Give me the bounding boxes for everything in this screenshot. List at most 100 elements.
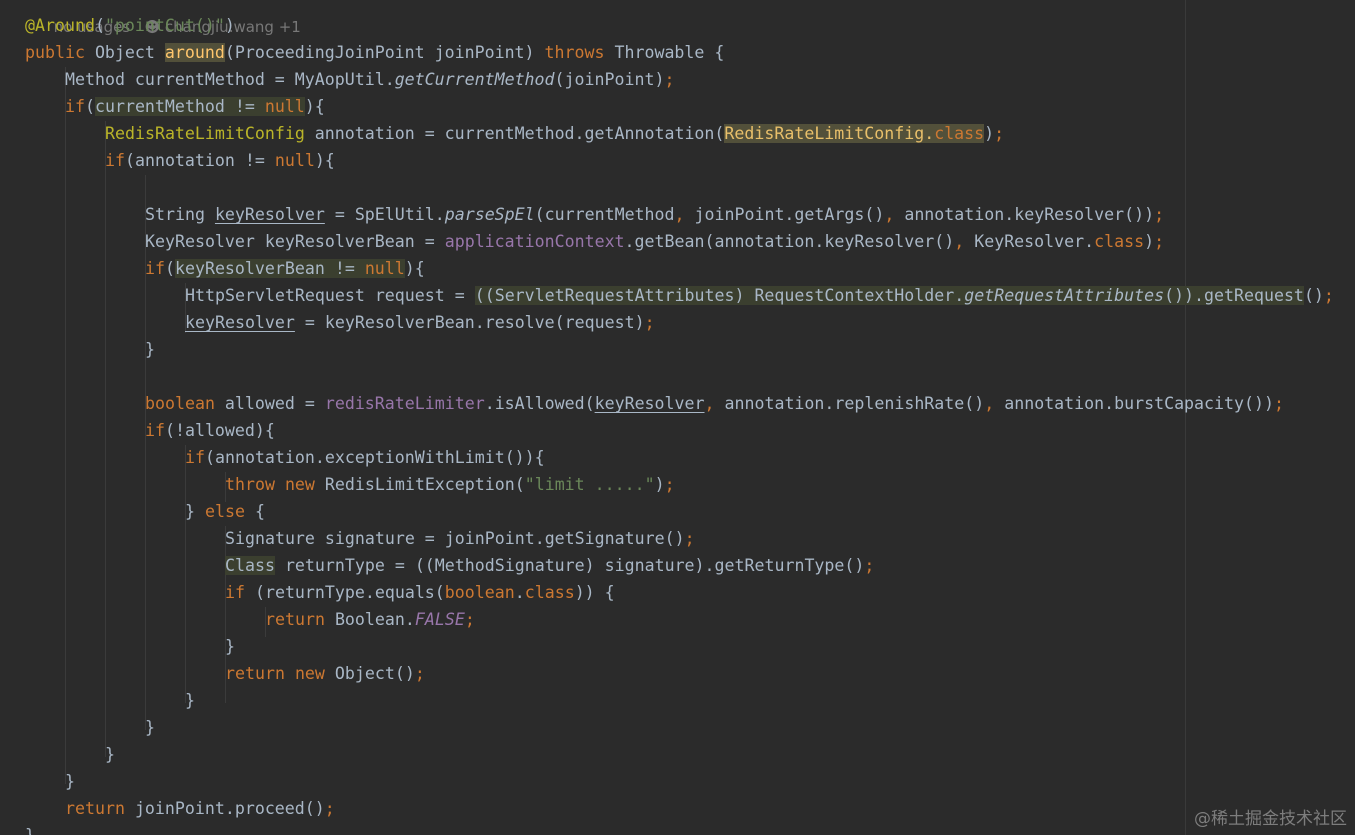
code-line-24[interactable]: } bbox=[225, 633, 235, 660]
keyword-token: public bbox=[25, 43, 85, 62]
code-token: . bbox=[514, 583, 525, 602]
code-line-19[interactable]: } else { bbox=[185, 498, 265, 525]
code-line-8[interactable]: String keyResolver = SpElUtil.parseSpEl(… bbox=[145, 201, 1164, 228]
keyword-token: boolean bbox=[145, 394, 215, 413]
annotation-token: @Around bbox=[25, 16, 95, 35]
code-line-21[interactable]: Class returnType = ((MethodSignature) si… bbox=[225, 552, 874, 579]
field-token: applicationContext bbox=[444, 232, 625, 251]
code-token: (joinPoint) bbox=[554, 70, 665, 89]
code-line-18[interactable]: throw new RedisLimitException("limit ...… bbox=[225, 471, 675, 498]
keyword-token: if bbox=[225, 583, 245, 602]
keyword-token: class bbox=[1094, 232, 1145, 251]
code-token: ( bbox=[94, 16, 105, 35]
highlighted-condition: currentMethod != null bbox=[94, 97, 305, 116]
comma-token: , bbox=[984, 394, 1005, 413]
code-token: Object bbox=[84, 43, 165, 62]
code-token: allowed = bbox=[214, 394, 325, 413]
code-token: = keyResolverBean.resolve(request) bbox=[294, 313, 645, 332]
code-token: joinPoint.proceed() bbox=[124, 799, 325, 818]
semicolon-token: ; bbox=[664, 70, 675, 89]
keyword-token: else bbox=[204, 502, 245, 521]
keyword-token: class bbox=[934, 124, 985, 143]
code-token: keyResolverBean != bbox=[174, 259, 365, 278]
type-token: RedisRateLimitConfig bbox=[105, 124, 305, 143]
keyword-token: null bbox=[364, 259, 405, 278]
code-line-16[interactable]: if(!allowed){ bbox=[145, 417, 275, 444]
code-token: annotation.burstCapacity()) bbox=[1004, 394, 1274, 413]
semicolon-token: ; bbox=[864, 556, 875, 575]
string-token: "pointCut()" bbox=[104, 16, 225, 35]
code-token: } bbox=[145, 340, 155, 359]
code-line-28[interactable]: } bbox=[105, 741, 115, 768]
code-line-23[interactable]: return Boolean.FALSE; bbox=[265, 606, 475, 633]
code-line-20[interactable]: Signature signature = joinPoint.getSigna… bbox=[225, 525, 695, 552]
code-token: (annotation != bbox=[124, 151, 275, 170]
static-call-token: getRequestAttributes bbox=[964, 286, 1165, 305]
code-line-6[interactable]: if(annotation != null){ bbox=[105, 147, 335, 174]
keyword-token: return bbox=[225, 664, 285, 683]
code-line-4[interactable]: if(currentMethod != null){ bbox=[65, 93, 325, 120]
code-line-22[interactable]: if (returnType.equals(boolean.class)) { bbox=[225, 579, 615, 606]
keyword-token: null bbox=[274, 151, 315, 170]
code-line-2[interactable]: public Object around(ProceedingJoinPoint… bbox=[25, 39, 724, 66]
string-token: "limit ....." bbox=[524, 475, 655, 494]
code-token: ( bbox=[84, 97, 95, 116]
code-line-9[interactable]: KeyResolver keyResolverBean = applicatio… bbox=[145, 228, 1164, 255]
code-token: Signature signature = joinPoint.getSigna… bbox=[225, 529, 685, 548]
semicolon-token: ; bbox=[644, 313, 655, 332]
reassigned-variable-token: keyResolver bbox=[185, 313, 295, 332]
code-token: ){ bbox=[404, 259, 425, 278]
code-token: ) bbox=[224, 16, 235, 35]
code-line-3[interactable]: Method currentMethod = MyAopUtil.getCurr… bbox=[65, 66, 674, 93]
indent-guide bbox=[185, 445, 186, 703]
code-token: } bbox=[225, 637, 235, 656]
code-token: annotation.keyResolver()) bbox=[904, 205, 1155, 224]
code-token: (returnType.equals( bbox=[244, 583, 445, 602]
code-line-31[interactable]: } bbox=[25, 822, 35, 835]
semicolon-token: ; bbox=[324, 799, 335, 818]
code-line-13[interactable]: } bbox=[145, 336, 155, 363]
watermark: @稀土掘金技术社区 bbox=[1194, 809, 1347, 829]
keyword-token: return bbox=[265, 610, 325, 629]
code-token: Boolean. bbox=[324, 610, 415, 629]
code-line-5[interactable]: RedisRateLimitConfig annotation = curren… bbox=[105, 120, 1004, 147]
highlighted-type: Class bbox=[225, 556, 275, 575]
right-margin-guide bbox=[1185, 0, 1186, 835]
code-line-26[interactable]: } bbox=[185, 687, 195, 714]
code-line-11[interactable]: HttpServletRequest request = ((ServletRe… bbox=[185, 282, 1334, 309]
code-editor[interactable]: no usages ☻ changjiu.wang +1 @Around("po… bbox=[0, 0, 1355, 835]
code-token: Method currentMethod = MyAopUtil. bbox=[65, 70, 395, 89]
code-token: Throwable { bbox=[604, 43, 725, 62]
comma-token: , bbox=[884, 205, 905, 224]
keyword-token: if bbox=[145, 421, 165, 440]
static-call-token: parseSpEl bbox=[444, 205, 535, 224]
semicolon-token: ; bbox=[684, 529, 695, 548]
code-token: ()).getRequest bbox=[1164, 286, 1304, 305]
code-token: joinPoint.getArgs() bbox=[694, 205, 885, 224]
keyword-token: new bbox=[274, 475, 315, 494]
code-token: (ProceedingJoinPoint joinPoint) bbox=[224, 43, 545, 62]
semicolon-token: ; bbox=[1273, 394, 1284, 413]
code-line-1[interactable]: @Around("pointCut()") bbox=[25, 12, 235, 39]
code-token: Object() bbox=[324, 664, 415, 683]
comma-token: , bbox=[674, 205, 695, 224]
code-line-12[interactable]: keyResolver = keyResolverBean.resolve(re… bbox=[185, 309, 655, 336]
code-line-25[interactable]: return new Object(); bbox=[225, 660, 425, 687]
code-line-17[interactable]: if(annotation.exceptionWithLimit()){ bbox=[185, 444, 545, 471]
code-line-10[interactable]: if(keyResolverBean != null){ bbox=[145, 255, 425, 282]
code-token: = SpElUtil. bbox=[324, 205, 445, 224]
keyword-token: throw bbox=[225, 475, 275, 494]
indent-guide bbox=[65, 67, 66, 784]
code-token: } bbox=[65, 772, 75, 791]
code-line-27[interactable]: } bbox=[145, 714, 155, 741]
code-line-30[interactable]: return joinPoint.proceed(); bbox=[65, 795, 335, 822]
code-line-29[interactable]: } bbox=[65, 768, 75, 795]
keyword-token: boolean bbox=[444, 583, 515, 602]
code-line-15[interactable]: boolean allowed = redisRateLimiter.isAll… bbox=[145, 390, 1284, 417]
code-token: annotation = currentMethod.getAnnotation… bbox=[304, 124, 725, 143]
keyword-token: if bbox=[185, 448, 205, 467]
code-token: currentMethod != bbox=[94, 97, 265, 116]
highlighted-argument: RedisRateLimitConfig.class bbox=[724, 124, 985, 143]
code-token: () bbox=[1303, 286, 1324, 305]
keyword-token: class bbox=[524, 583, 575, 602]
